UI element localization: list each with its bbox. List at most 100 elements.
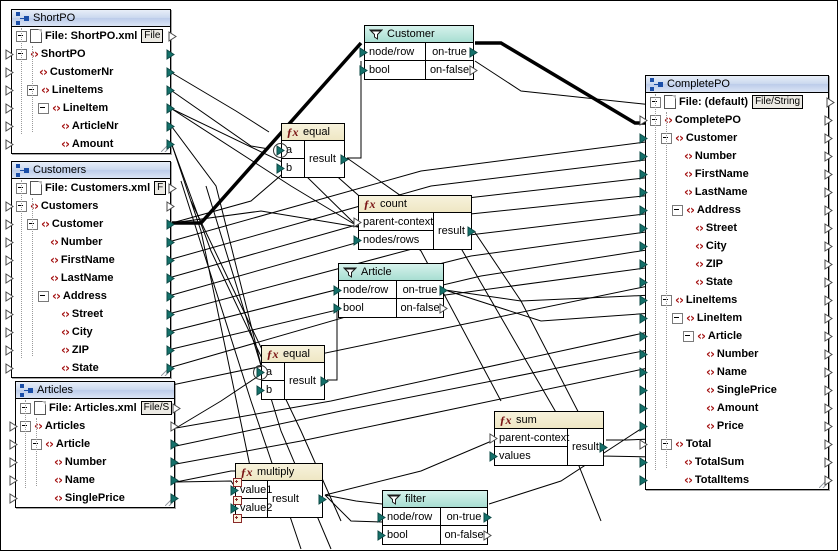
output-port-LineItems[interactable] — [166, 85, 175, 96]
output-connector-TotalSum[interactable] — [824, 457, 833, 468]
output-port-Number[interactable] — [170, 457, 179, 468]
tree-row[interactable]: ‹›Customers — [12, 197, 170, 215]
input-connector-LineItems[interactable] — [5, 85, 14, 96]
tree-row[interactable]: ‹›LineItem — [646, 309, 828, 327]
input-row-values[interactable]: values — [495, 447, 567, 465]
function-filter-bottom[interactable]: filternode/rowboolon-trueon-false — [382, 490, 488, 545]
fn-output-port-result[interactable] — [340, 154, 349, 165]
tree-row[interactable]: ‹›Customer — [646, 129, 828, 147]
file-string-button[interactable]: F — [154, 181, 166, 195]
tree-row[interactable]: ‹›Total — [646, 435, 828, 453]
output-connector-Amount[interactable] — [824, 403, 833, 414]
output-row-result[interactable]: result — [305, 141, 344, 177]
output-port-Number[interactable] — [166, 237, 175, 248]
input-port-Number[interactable] — [639, 151, 648, 162]
tree-row[interactable]: ‹›FirstName — [12, 251, 170, 269]
input-row-b[interactable]: b — [282, 159, 304, 177]
output-connector-Customer[interactable] — [824, 133, 833, 144]
input-port-Price[interactable] — [639, 421, 648, 432]
output-row-result[interactable]: result — [268, 481, 322, 517]
tree-row[interactable]: ‹›Articles — [16, 417, 174, 435]
add-parameter-button[interactable] — [233, 478, 242, 487]
fn-input-port-parent-context[interactable] — [489, 433, 498, 444]
row-expander[interactable] — [38, 103, 49, 114]
component-file-row[interactable]: File: ShortPO.xmlFile — [12, 27, 170, 45]
input-connector-Number[interactable] — [9, 457, 18, 468]
output-connector-Name[interactable] — [824, 367, 833, 378]
fn-input-port-parent-context[interactable] — [353, 217, 362, 228]
tree-row[interactable]: ‹›State — [646, 273, 828, 291]
tree-row[interactable]: ‹›SinglePrice — [646, 381, 828, 399]
tree-row[interactable]: ‹›FirstName — [646, 165, 828, 183]
output-connector-Customers[interactable] — [166, 201, 175, 212]
function-count-1[interactable]: ƒxcountparent-contextnodes/rowsresult — [358, 195, 472, 250]
tree-row[interactable]: ‹›ZIP — [646, 255, 828, 273]
output-port-State[interactable] — [166, 363, 175, 374]
output-port-Amount[interactable] — [166, 139, 175, 150]
fn-output-port-result[interactable] — [320, 376, 329, 387]
row-expander[interactable] — [38, 291, 49, 302]
output-connector-FirstName[interactable] — [824, 169, 833, 180]
tree-row[interactable]: ‹›LineItems — [646, 291, 828, 309]
function-equal-1[interactable]: ƒxequalabresult — [281, 123, 345, 178]
connector-port[interactable] — [826, 97, 835, 108]
fn-output-port-on-true[interactable] — [439, 285, 448, 296]
tree-row[interactable]: ‹›Number — [646, 345, 828, 363]
fn-output-port-result[interactable] — [467, 226, 476, 237]
input-connector-Customers[interactable] — [5, 201, 14, 212]
output-row-result[interactable]: result — [285, 363, 324, 399]
fn-input-port-node/row[interactable] — [377, 512, 386, 523]
fn-input-port-b[interactable] — [276, 163, 285, 174]
output-port-ArticleNr[interactable] — [166, 121, 175, 132]
input-row-node/row[interactable]: node/row — [339, 281, 396, 299]
input-connector-Total[interactable] — [639, 439, 648, 450]
function-equal-2[interactable]: ƒxequalabresult — [261, 345, 325, 400]
tree-row[interactable]: ‹›Street — [646, 219, 828, 237]
input-connector-Name[interactable] — [9, 475, 18, 486]
input-port-Name[interactable] — [639, 367, 648, 378]
connector-port[interactable] — [172, 403, 181, 414]
function-header-filter-article[interactable]: Article — [339, 264, 443, 281]
tree-row[interactable]: ‹›Customer — [12, 215, 170, 233]
input-connector-CompletePO[interactable] — [639, 115, 648, 126]
input-connector-City[interactable] — [5, 327, 14, 338]
output-connector-Number[interactable] — [824, 349, 833, 360]
tree-row[interactable]: ‹›City — [12, 323, 170, 341]
output-row-on-false[interactable]: on-false — [397, 299, 443, 317]
tree-row[interactable]: ‹›ShortPO — [12, 45, 170, 63]
fn-input-port-node/row[interactable] — [333, 285, 342, 296]
input-connector-ArticleNr[interactable] — [5, 121, 14, 132]
output-row-on-true[interactable]: on-true — [397, 281, 443, 299]
output-port-Article[interactable] — [170, 439, 179, 450]
input-row-nodes/rows[interactable]: nodes/rows — [359, 231, 433, 249]
output-port-Name[interactable] — [170, 475, 179, 486]
fn-output-port-on-false[interactable] — [469, 65, 478, 76]
input-row-bool[interactable]: bool — [365, 61, 425, 79]
output-row-on-false[interactable]: on-false — [426, 61, 473, 79]
tree-row[interactable]: ‹›ZIP — [12, 341, 170, 359]
output-port-LastName[interactable] — [166, 273, 175, 284]
output-port-FirstName[interactable] — [166, 255, 175, 266]
tree-row[interactable]: ‹›TotalSum — [646, 453, 828, 471]
tree-row[interactable]: ‹›Street — [12, 305, 170, 323]
input-row-parent-context[interactable]: parent-context — [495, 429, 567, 447]
input-connector-Street[interactable] — [5, 309, 14, 320]
output-connector-Total[interactable] — [824, 439, 833, 450]
tree-row[interactable]: ‹›LineItems — [12, 81, 170, 99]
tree-row[interactable]: ‹›LineItem — [12, 99, 170, 117]
function-header-filter-bottom[interactable]: filter — [383, 491, 487, 508]
tree-row[interactable]: ‹›CompletePO — [646, 111, 828, 129]
input-port-LastName[interactable] — [639, 187, 648, 198]
input-connector-Article[interactable] — [9, 439, 18, 450]
output-connector-TotalItems[interactable] — [824, 475, 833, 486]
input-connector-ZIP[interactable] — [5, 345, 14, 356]
tree-row[interactable]: ‹›SinglePrice — [16, 489, 174, 507]
output-row-on-true[interactable]: on-true — [426, 43, 473, 61]
output-connector-LastName[interactable] — [824, 187, 833, 198]
output-port-City[interactable] — [166, 327, 175, 338]
component-file-row[interactable]: File: Customers.xmlF — [12, 179, 170, 197]
output-connector-Articles[interactable] — [170, 421, 179, 432]
input-port-TotalSum[interactable] — [639, 457, 648, 468]
output-connector-ZIP[interactable] — [824, 259, 833, 270]
function-header-multiply-1[interactable]: ƒxmultiply — [236, 464, 322, 481]
